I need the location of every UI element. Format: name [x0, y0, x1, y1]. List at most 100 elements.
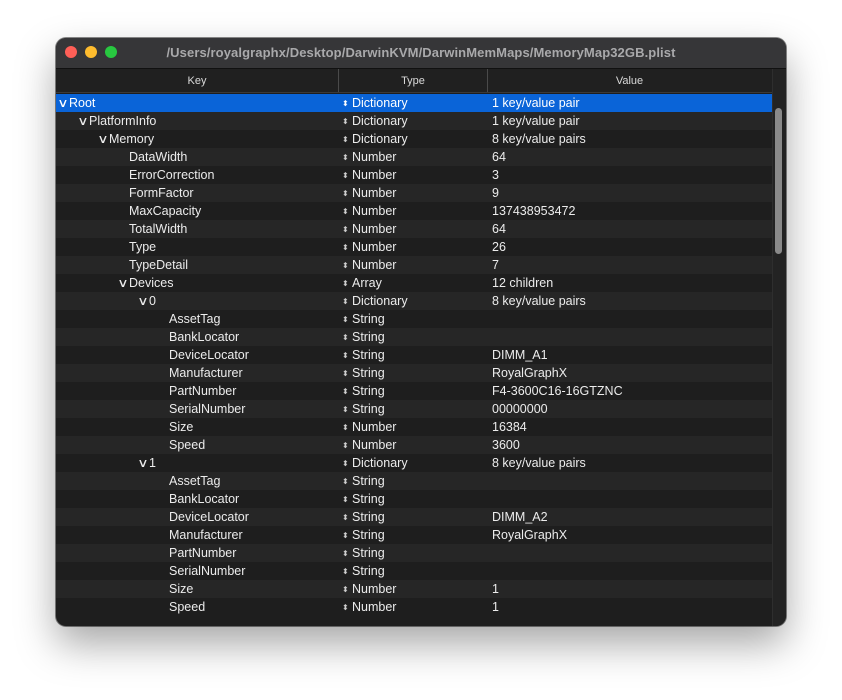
- type-cell[interactable]: ⬍ Dictionary: [342, 94, 487, 112]
- type-cell[interactable]: ⬍ String: [342, 490, 487, 508]
- key-column-header[interactable]: Key: [56, 69, 339, 92]
- up-down-stepper-icon[interactable]: ⬍: [342, 383, 352, 400]
- value-cell[interactable]: 9: [492, 184, 767, 202]
- outline-row[interactable]: ∨Memory ⬍ Dictionary 8 key/value pairs: [56, 130, 772, 148]
- key-cell[interactable]: ∨PlatformInfo: [56, 112, 357, 130]
- type-cell[interactable]: ⬍ Number: [342, 436, 487, 454]
- up-down-stepper-icon[interactable]: ⬍: [342, 365, 352, 382]
- outline-row[interactable]: Manufacturer ⬍ String RoyalGraphX: [56, 364, 772, 382]
- up-down-stepper-icon[interactable]: ⬍: [342, 293, 352, 310]
- outline-row[interactable]: Manufacturer ⬍ String RoyalGraphX: [56, 526, 772, 544]
- outline-row[interactable]: Speed ⬍ Number 3600: [56, 436, 772, 454]
- up-down-stepper-icon[interactable]: ⬍: [342, 527, 352, 544]
- up-down-stepper-icon[interactable]: ⬍: [342, 473, 352, 490]
- chevron-down-icon[interactable]: ∨: [75, 112, 91, 130]
- up-down-stepper-icon[interactable]: ⬍: [342, 95, 352, 112]
- chevron-down-icon[interactable]: ∨: [135, 292, 151, 310]
- outline-row[interactable]: ErrorCorrection ⬍ Number 3: [56, 166, 772, 184]
- type-cell[interactable]: ⬍ Dictionary: [342, 130, 487, 148]
- up-down-stepper-icon[interactable]: ⬍: [342, 419, 352, 436]
- type-cell[interactable]: ⬍ String: [342, 526, 487, 544]
- outline-row[interactable]: SerialNumber ⬍ String 00000000: [56, 400, 772, 418]
- value-cell[interactable]: 26: [492, 238, 767, 256]
- outline-row[interactable]: AssetTag ⬍ String: [56, 310, 772, 328]
- type-cell[interactable]: ⬍ String: [342, 382, 487, 400]
- up-down-stepper-icon[interactable]: ⬍: [342, 563, 352, 580]
- type-cell[interactable]: ⬍ Number: [342, 166, 487, 184]
- outline-row[interactable]: TotalWidth ⬍ Number 64: [56, 220, 772, 238]
- up-down-stepper-icon[interactable]: ⬍: [342, 221, 352, 238]
- up-down-stepper-icon[interactable]: ⬍: [342, 545, 352, 562]
- type-cell[interactable]: ⬍ Array: [342, 274, 487, 292]
- up-down-stepper-icon[interactable]: ⬍: [342, 401, 352, 418]
- outline-row[interactable]: ∨1 ⬍ Dictionary 8 key/value pairs: [56, 454, 772, 472]
- outline-row[interactable]: Type ⬍ Number 26: [56, 238, 772, 256]
- value-cell[interactable]: F4-3600C16-16GTZNC: [492, 382, 767, 400]
- type-cell[interactable]: ⬍ Dictionary: [342, 454, 487, 472]
- up-down-stepper-icon[interactable]: ⬍: [342, 149, 352, 166]
- value-cell[interactable]: 3600: [492, 436, 767, 454]
- type-cell[interactable]: ⬍ Number: [342, 256, 487, 274]
- up-down-stepper-icon[interactable]: ⬍: [342, 455, 352, 472]
- value-cell[interactable]: [492, 562, 767, 580]
- value-cell[interactable]: 16384: [492, 418, 767, 436]
- value-cell[interactable]: DIMM_A1: [492, 346, 767, 364]
- outline-row[interactable]: BankLocator ⬍ String: [56, 328, 772, 346]
- up-down-stepper-icon[interactable]: ⬍: [342, 131, 352, 148]
- value-cell[interactable]: RoyalGraphX: [492, 526, 767, 544]
- type-cell[interactable]: ⬍ Number: [342, 184, 487, 202]
- value-cell[interactable]: 64: [492, 148, 767, 166]
- up-down-stepper-icon[interactable]: ⬍: [342, 311, 352, 328]
- value-cell[interactable]: DIMM_A2: [492, 508, 767, 526]
- up-down-stepper-icon[interactable]: ⬍: [342, 581, 352, 598]
- type-cell[interactable]: ⬍ Number: [342, 580, 487, 598]
- outline-row[interactable]: SerialNumber ⬍ String: [56, 562, 772, 580]
- up-down-stepper-icon[interactable]: ⬍: [342, 509, 352, 526]
- type-cell[interactable]: ⬍ Dictionary: [342, 292, 487, 310]
- outline-row[interactable]: PartNumber ⬍ String F4-3600C16-16GTZNC: [56, 382, 772, 400]
- value-cell[interactable]: 1: [492, 580, 767, 598]
- type-cell[interactable]: ⬍ Number: [342, 202, 487, 220]
- value-cell[interactable]: 00000000: [492, 400, 767, 418]
- outline-row[interactable]: ∨Devices ⬍ Array 12 children: [56, 274, 772, 292]
- outline-row[interactable]: DeviceLocator ⬍ String DIMM_A1: [56, 346, 772, 364]
- outline-row[interactable]: AssetTag ⬍ String: [56, 472, 772, 490]
- value-cell[interactable]: 8 key/value pairs: [492, 130, 767, 148]
- value-column-header[interactable]: Value: [488, 69, 771, 92]
- value-cell[interactable]: 12 children: [492, 274, 767, 292]
- outline-row[interactable]: ∨0 ⬍ Dictionary 8 key/value pairs: [56, 292, 772, 310]
- type-cell[interactable]: ⬍ String: [342, 472, 487, 490]
- chevron-down-icon[interactable]: ∨: [95, 130, 111, 148]
- up-down-stepper-icon[interactable]: ⬍: [342, 239, 352, 256]
- outline-row[interactable]: PartNumber ⬍ String: [56, 544, 772, 562]
- value-cell[interactable]: 1: [492, 598, 767, 616]
- chevron-down-icon[interactable]: ∨: [115, 274, 131, 292]
- type-cell[interactable]: ⬍ String: [342, 328, 487, 346]
- value-cell[interactable]: RoyalGraphX: [492, 364, 767, 382]
- outline-row[interactable]: Speed ⬍ Number 1: [56, 598, 772, 616]
- up-down-stepper-icon[interactable]: ⬍: [342, 437, 352, 454]
- up-down-stepper-icon[interactable]: ⬍: [342, 491, 352, 508]
- value-cell[interactable]: 64: [492, 220, 767, 238]
- value-cell[interactable]: 8 key/value pairs: [492, 454, 767, 472]
- scrollbar-thumb[interactable]: [775, 108, 782, 254]
- title-bar[interactable]: /Users/royalgraphx/Desktop/DarwinKVM/Dar…: [56, 38, 786, 69]
- outline-row[interactable]: ∨Root ⬍ Dictionary 1 key/value pair: [56, 94, 772, 112]
- value-cell[interactable]: 7: [492, 256, 767, 274]
- up-down-stepper-icon[interactable]: ⬍: [342, 347, 352, 364]
- value-cell[interactable]: [492, 328, 767, 346]
- outline-row[interactable]: FormFactor ⬍ Number 9: [56, 184, 772, 202]
- outline-row[interactable]: BankLocator ⬍ String: [56, 490, 772, 508]
- value-cell[interactable]: [492, 472, 767, 490]
- type-column-header[interactable]: Type: [339, 69, 488, 92]
- type-cell[interactable]: ⬍ String: [342, 562, 487, 580]
- outline-row[interactable]: Size ⬍ Number 1: [56, 580, 772, 598]
- up-down-stepper-icon[interactable]: ⬍: [342, 113, 352, 130]
- outline-row[interactable]: ∨PlatformInfo ⬍ Dictionary 1 key/value pair: [56, 112, 772, 130]
- value-cell[interactable]: [492, 544, 767, 562]
- outline-row[interactable]: MaxCapacity ⬍ Number 137438953472: [56, 202, 772, 220]
- chevron-down-icon[interactable]: ∨: [135, 454, 151, 472]
- key-cell[interactable]: ∨Memory: [56, 130, 377, 148]
- up-down-stepper-icon[interactable]: ⬍: [342, 167, 352, 184]
- value-cell[interactable]: [492, 310, 767, 328]
